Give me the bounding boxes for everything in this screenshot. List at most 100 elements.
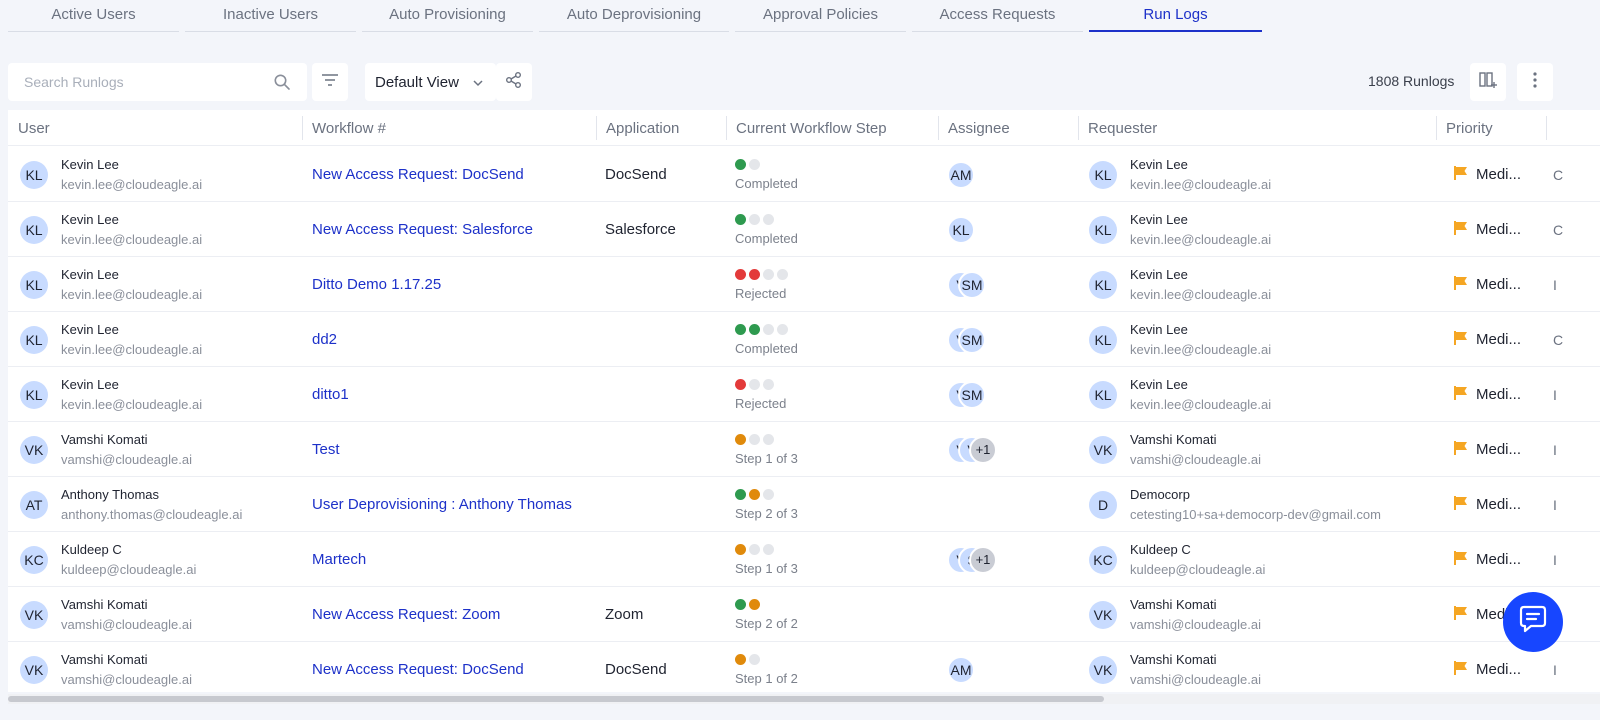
scrollbar-thumb[interactable] xyxy=(8,696,1104,702)
assignee-avatar[interactable]: SM xyxy=(958,325,986,354)
truncated-value: C xyxy=(1553,331,1564,348)
workflow-link[interactable]: New Access Request: Zoom xyxy=(312,606,500,623)
workflow-link[interactable]: ditto1 xyxy=(312,386,349,403)
user-name: Vamshi Komati xyxy=(61,597,148,612)
workflow-link[interactable]: Ditto Demo 1.17.25 xyxy=(312,276,441,293)
table-row[interactable]: KL Kevin Lee kevin.lee@cloudeagle.ai New Ac… xyxy=(8,147,1600,202)
workflow-step-cell: Completed xyxy=(735,147,935,202)
assignee-avatar[interactable]: SM xyxy=(958,270,986,299)
user-cell: VK Vamshi Komati vamshi@cloudeagle.ai xyxy=(20,642,302,692)
avatar: VK xyxy=(20,435,48,464)
step-dot-grey xyxy=(749,378,760,390)
step-progress xyxy=(735,543,798,555)
assignee-cell: KL xyxy=(947,202,1077,257)
priority-cell: Medi... xyxy=(1453,367,1545,422)
search-input[interactable] xyxy=(24,74,264,90)
table-row[interactable]: AT Anthony Thomas anthony.thomas@cloudeagl… xyxy=(8,477,1600,532)
avatar: KL xyxy=(1089,380,1117,409)
workflow-link[interactable]: dd2 xyxy=(312,331,337,348)
chevron-down-icon xyxy=(472,76,484,93)
requester-cell: KL Kevin Lee kevin.lee@cloudeagle.ai xyxy=(1089,257,1433,312)
column-header-user[interactable]: User xyxy=(8,110,300,146)
assignee-avatar[interactable]: AM xyxy=(947,655,975,684)
flag-icon xyxy=(1453,495,1469,515)
priority-label: Medi... xyxy=(1476,661,1522,678)
column-header-requester[interactable]: Requester xyxy=(1078,110,1434,146)
columns-button[interactable] xyxy=(1470,63,1506,101)
truncated-cell: I xyxy=(1553,477,1593,532)
column-header-workflow[interactable]: Workflow # xyxy=(302,110,594,146)
chat-support-button[interactable] xyxy=(1503,592,1563,652)
assignee-avatar[interactable]: AM xyxy=(947,160,975,189)
assignee-avatar[interactable]: SM xyxy=(958,380,986,409)
tab-auto-deprovisioning[interactable]: Auto Deprovisioning xyxy=(539,0,729,32)
tab-auto-provisioning[interactable]: Auto Provisioning xyxy=(362,0,533,32)
avatar: VK xyxy=(1089,600,1117,629)
step-label: Step 1 of 3 xyxy=(735,560,798,576)
workflow-cell: User Deprovisioning : Anthony Thomas xyxy=(312,477,596,532)
column-header-current-step[interactable]: Current Workflow Step xyxy=(726,110,938,146)
user-email: kevin.lee@cloudeagle.ai xyxy=(61,342,203,357)
column-header-assignee[interactable]: Assignee xyxy=(938,110,1078,146)
step-dot-grey xyxy=(777,323,788,335)
workflow-link[interactable]: New Access Request: Salesforce xyxy=(312,221,533,238)
requester-cell: KL Kevin Lee kevin.lee@cloudeagle.ai xyxy=(1089,147,1433,202)
application-name: DocSend xyxy=(605,166,667,183)
requester-email: vamshi@cloudeagle.ai xyxy=(1130,452,1261,467)
assignee-avatar[interactable]: +1 xyxy=(969,545,997,574)
tab-active-users[interactable]: Active Users xyxy=(8,0,179,32)
workflow-link[interactable]: Test xyxy=(312,441,340,458)
share-icon xyxy=(505,71,523,94)
step-dot-green xyxy=(735,598,746,610)
workflow-link[interactable]: New Access Request: DocSend xyxy=(312,661,524,678)
application-cell xyxy=(605,257,725,312)
step-dot-red xyxy=(735,378,746,390)
application-cell xyxy=(605,367,725,422)
step-progress xyxy=(735,158,798,170)
more-options-button[interactable] xyxy=(1517,63,1553,101)
workflow-step-cell: Step 1 of 2 xyxy=(735,642,935,692)
share-button[interactable] xyxy=(496,63,532,101)
workflow-link[interactable]: New Access Request: DocSend xyxy=(312,166,524,183)
assignee-avatar[interactable]: +1 xyxy=(969,435,997,464)
workflow-link[interactable]: User Deprovisioning : Anthony Thomas xyxy=(312,496,572,513)
table-row[interactable]: KL Kevin Lee kevin.lee@cloudeagle.ai New Ac… xyxy=(8,202,1600,257)
filter-button[interactable] xyxy=(312,63,348,101)
requester-email: kuldeep@cloudeagle.ai xyxy=(1130,562,1266,577)
table-row[interactable]: KL Kevin Lee kevin.lee@cloudeagle.ai Ditto … xyxy=(8,257,1600,312)
flag-icon xyxy=(1453,330,1469,350)
table-row[interactable]: VK Vamshi Komati vamshi@cloudeagle.ai New A… xyxy=(8,642,1600,692)
requester-name: Kevin Lee xyxy=(1130,267,1188,282)
table-row[interactable]: VK Vamshi Komati vamshi@cloudeagle.ai Test S… xyxy=(8,422,1600,477)
requester-name: Kevin Lee xyxy=(1130,377,1188,392)
column-header-priority[interactable]: Priority xyxy=(1436,110,1544,146)
step-dot-orange xyxy=(749,488,760,500)
tab-inactive-users[interactable]: Inactive Users xyxy=(185,0,356,32)
table-row[interactable]: KC Kuldeep C kuldeep@cloudeagle.ai Martech S… xyxy=(8,532,1600,587)
tab-approval-policies[interactable]: Approval Policies xyxy=(735,0,906,32)
workflow-cell: dd2 xyxy=(312,312,596,367)
horizontal-scrollbar[interactable] xyxy=(8,694,1600,704)
priority-cell: Medi... xyxy=(1453,532,1545,587)
priority-label: Medi... xyxy=(1476,441,1522,458)
tab-access-requests[interactable]: Access Requests xyxy=(912,0,1083,32)
truncated-value: I xyxy=(1553,276,1557,293)
truncated-cell: I xyxy=(1553,422,1593,477)
table-row[interactable]: KL Kevin Lee kevin.lee@cloudeagle.ai dd2 Com… xyxy=(8,312,1600,367)
assignee-avatar[interactable]: KL xyxy=(947,215,975,244)
table-row[interactable]: VK Vamshi Komati vamshi@cloudeagle.ai New A… xyxy=(8,587,1600,642)
priority-cell: Medi... xyxy=(1453,257,1545,312)
view-selector[interactable]: Default View xyxy=(365,63,496,101)
avatar: AT xyxy=(20,490,48,519)
table-row[interactable]: KL Kevin Lee kevin.lee@cloudeagle.ai ditto1… xyxy=(8,367,1600,422)
runlogs-count: 1808 Runlogs xyxy=(1368,73,1455,89)
step-dot-red xyxy=(735,268,746,280)
tab-run-logs[interactable]: Run Logs xyxy=(1089,0,1262,32)
search-icon[interactable] xyxy=(273,73,291,91)
avatar: KL xyxy=(20,325,48,354)
step-label: Step 2 of 2 xyxy=(735,615,798,631)
workflow-link[interactable]: Martech xyxy=(312,551,366,568)
column-header-application[interactable]: Application xyxy=(596,110,726,146)
step-dot-orange xyxy=(735,653,746,665)
assignee-group: AM xyxy=(947,655,975,684)
